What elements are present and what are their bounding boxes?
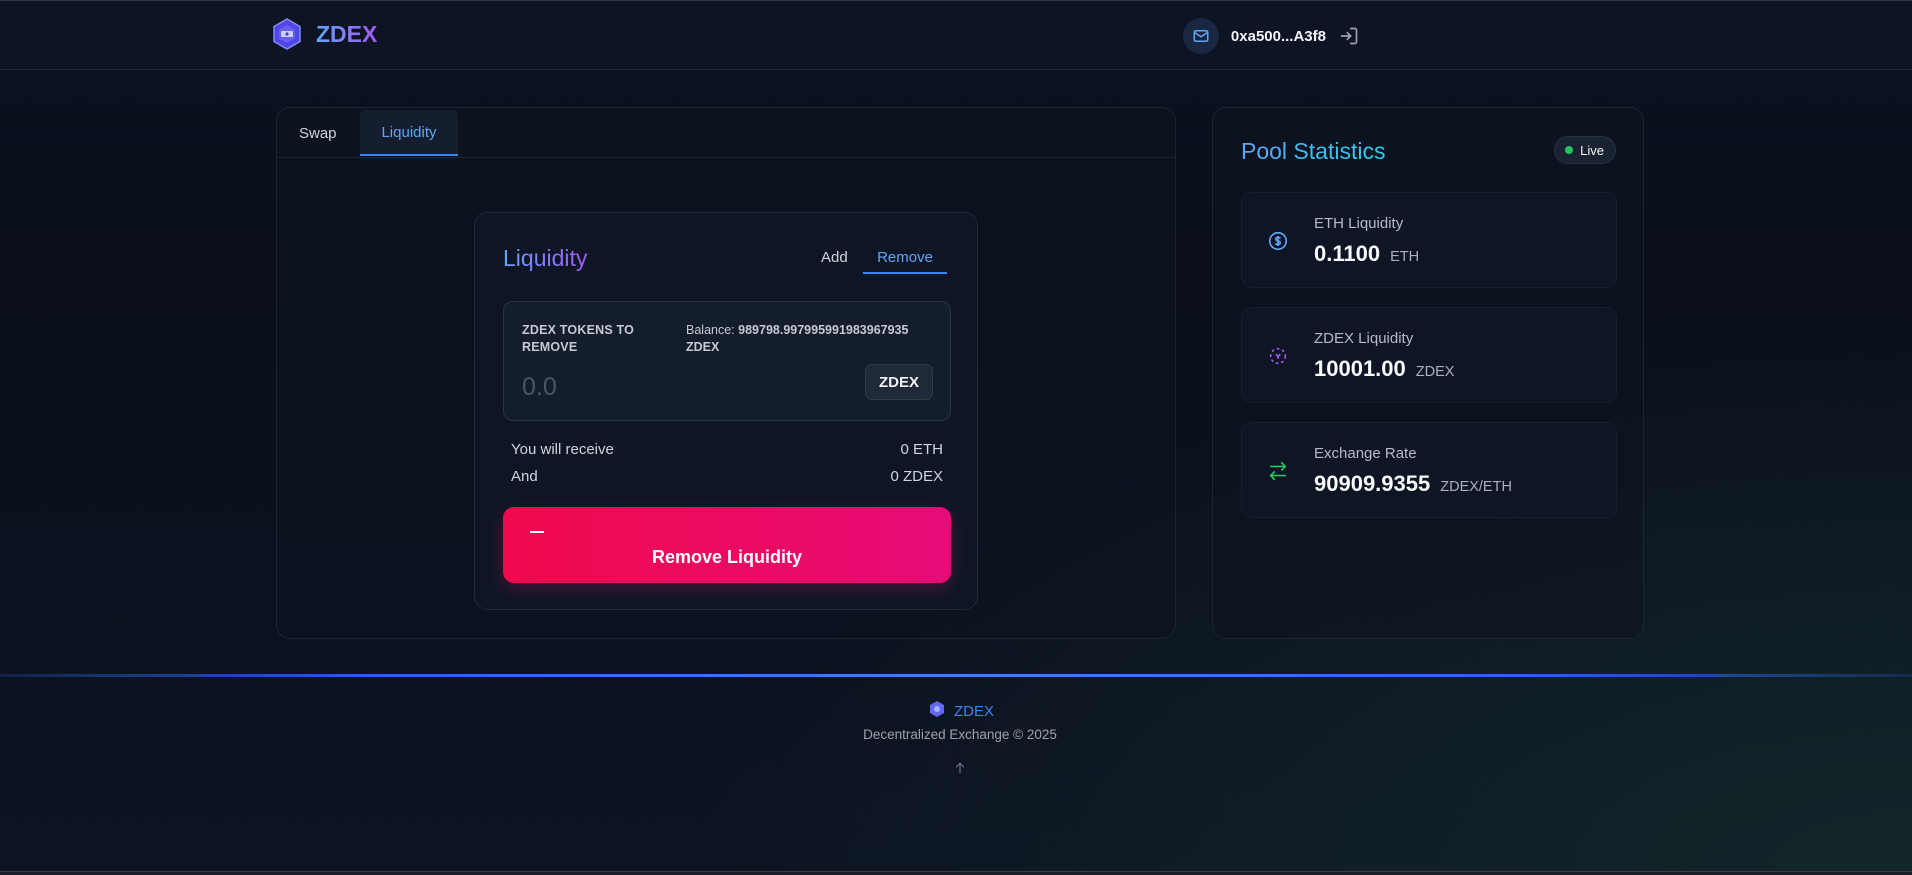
stat-card-eth-liquidity: ETH Liquidity 0.1100 ETH (1241, 192, 1617, 288)
stat-unit: ZDEX (1415, 364, 1455, 380)
stat-label: ZDEX Liquidity (1314, 330, 1414, 347)
stat-value-line: 0.1100 ETH (1314, 241, 1419, 267)
arrow-up-icon[interactable] (951, 759, 969, 777)
stats-title: Pool Statistics (1241, 138, 1386, 164)
receive-zdex-row: And 0 ZDEX (511, 468, 943, 485)
token-badge[interactable]: ZDEX (865, 364, 933, 400)
token-circle-icon (1266, 344, 1290, 368)
logout-icon[interactable] (1338, 25, 1360, 47)
liquidity-card: Liquidity Add Remove ZDEX TOKENS TO REMO… (474, 212, 978, 610)
dollar-circle-icon (1266, 229, 1290, 253)
zdex-logo-icon (270, 17, 304, 51)
top-header: ZDEX 0xa500...A3f8 (0, 0, 1912, 70)
pool-statistics-panel: Pool Statistics Live ETH Liquidity 0.110… (1212, 107, 1644, 639)
swap-arrows-icon (1266, 459, 1290, 483)
balance-text: Balance: 989798.997995991983967935 ZDEX (686, 322, 936, 356)
mode-add-button[interactable]: Add (821, 249, 848, 266)
input-label: ZDEX TOKENS TO REMOVE (522, 323, 635, 354)
stat-unit: ZDEX/ETH (1440, 479, 1512, 495)
footer-copyright: Decentralized Exchange © 2025 (863, 727, 1057, 742)
receive-zdex-value: 0 ZDEX (890, 468, 943, 485)
stat-value-line: 10001.00 ZDEX (1314, 356, 1454, 382)
minus-icon (530, 531, 544, 533)
tab-swap[interactable]: Swap (281, 110, 355, 156)
balance-value: 989798.997995991983967935 (738, 323, 909, 337)
receive-label: You will receive (511, 441, 614, 458)
tab-bar: Swap Liquidity (277, 108, 1175, 158)
receive-eth-value: 0 ETH (900, 441, 943, 458)
balance-unit: ZDEX (686, 340, 720, 354)
brand-name: ZDEX (316, 20, 378, 47)
and-label: And (511, 468, 538, 485)
stat-value: 0.1100 (1314, 241, 1381, 266)
tab-liquidity[interactable]: Liquidity (360, 110, 458, 156)
stat-card-zdex-liquidity: ZDEX Liquidity 10001.00 ZDEX (1241, 307, 1617, 403)
brand[interactable]: ZDEX (270, 17, 377, 51)
footer-brand-name: ZDEX (954, 703, 995, 720)
stat-card-exchange-rate: Exchange Rate 90909.9355 ZDEX/ETH (1241, 422, 1617, 518)
footer-divider (0, 674, 1912, 677)
stat-value: 90909.9355 (1314, 471, 1431, 496)
receive-eth-row: You will receive 0 ETH (511, 441, 943, 458)
amount-input[interactable] (522, 370, 822, 404)
stat-label: Exchange Rate (1314, 445, 1417, 462)
bottom-edge (0, 871, 1912, 875)
mode-remove-button[interactable]: Remove (863, 249, 947, 274)
stat-label: ETH Liquidity (1314, 215, 1404, 232)
live-label: Live (1580, 142, 1604, 158)
live-badge: Live (1554, 136, 1616, 164)
stat-unit: ETH (1390, 249, 1420, 265)
liquidity-title: Liquidity (503, 245, 588, 271)
remove-liquidity-label: Remove Liquidity (651, 547, 803, 567)
wallet-address: 0xa500...A3f8 (1230, 27, 1326, 45)
wallet-info: 0xa500...A3f8 (1182, 18, 1360, 54)
live-dot-icon (1565, 146, 1574, 154)
zdex-small-logo-icon (928, 700, 946, 723)
remove-liquidity-button[interactable]: Remove Liquidity (503, 507, 951, 583)
token-input-box: ZDEX TOKENS TO REMOVE Balance: 989798.99… (503, 301, 951, 421)
balance-prefix: Balance: (686, 323, 735, 337)
stat-value-line: 90909.9355 ZDEX/ETH (1314, 471, 1512, 497)
footer-brand[interactable]: ZDEX (928, 700, 994, 723)
mail-icon[interactable] (1182, 18, 1219, 54)
stat-value: 10001.00 (1314, 356, 1406, 381)
